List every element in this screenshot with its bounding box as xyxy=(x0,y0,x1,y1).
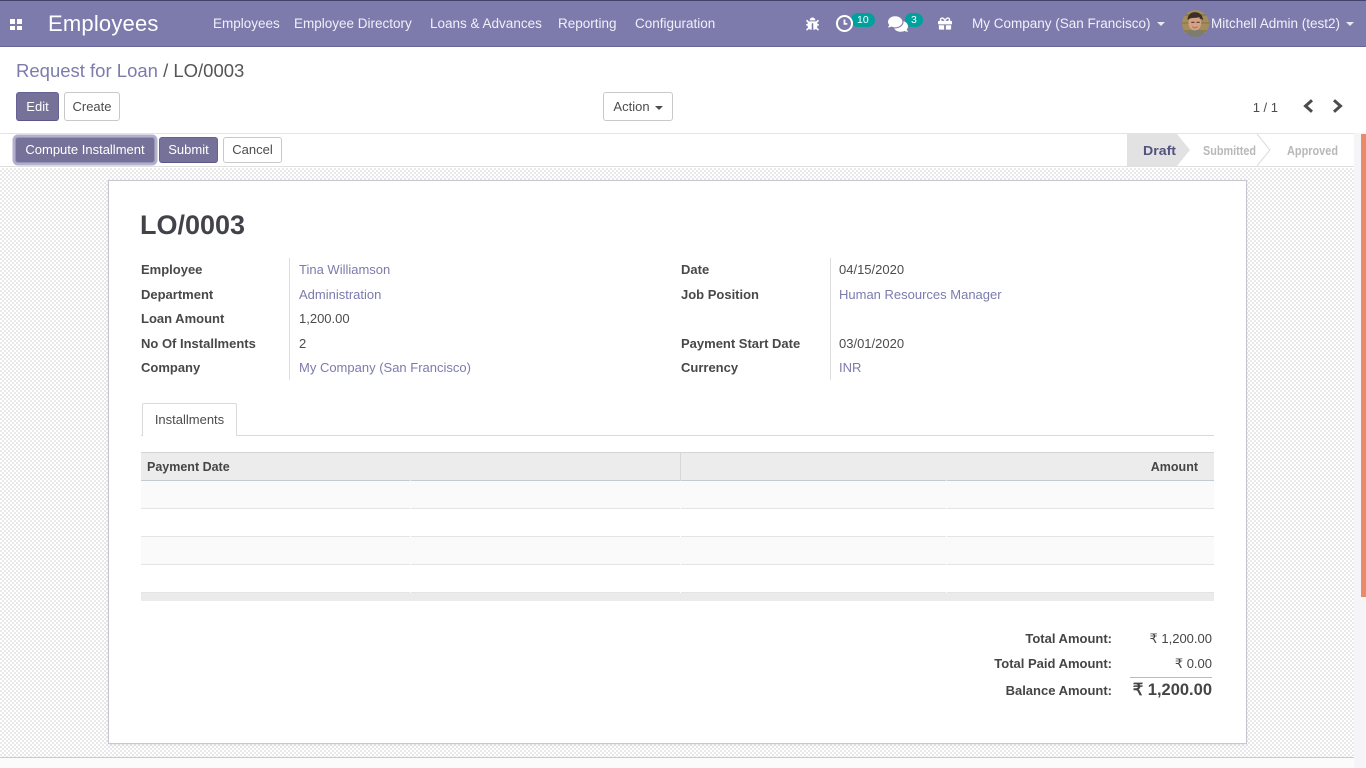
svg-text:Approved: Approved xyxy=(1287,143,1338,158)
svg-text:Draft: Draft xyxy=(1143,143,1177,158)
svg-text:Submitted: Submitted xyxy=(1203,143,1256,158)
